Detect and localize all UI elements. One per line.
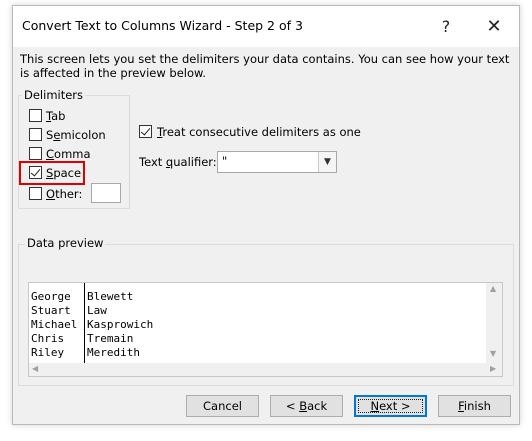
finish-button[interactable]: Finish (438, 395, 511, 417)
window-title: Convert Text to Columns Wizard - Step 2 … (22, 18, 303, 33)
help-button[interactable]: ? (423, 10, 469, 44)
text-qualifier-label: Text qualifier: (139, 155, 217, 169)
checkmark-icon (140, 125, 151, 136)
space-checkbox[interactable] (29, 166, 42, 179)
consecutive-delimiters-label[interactable]: Treat consecutive delimiters as one (157, 125, 361, 139)
preview-cell: Kasprowich (87, 318, 154, 331)
delimiters-legend: Delimiters (22, 88, 86, 102)
preview-row: Chris Tremain (31, 332, 133, 346)
text-qualifier-select[interactable]: " ▼ (217, 151, 337, 173)
tab-label[interactable]: Tab (46, 109, 65, 123)
preview-cell: George (31, 290, 71, 303)
text-qualifier-value: " (222, 154, 228, 168)
preview-row: Stuart Law (31, 304, 107, 318)
preview-cell: Blewett (87, 290, 134, 303)
other-mnemonic: O (46, 187, 56, 201)
finish-mnemonic: F (458, 399, 464, 413)
comma-label[interactable]: Comma (46, 147, 91, 161)
convert-text-wizard-dialog: Convert Text to Columns Wizard - Step 2 … (12, 5, 520, 425)
space-label[interactable]: Space (46, 166, 81, 180)
comma-mnemonic: C (46, 147, 55, 161)
scroll-left-icon[interactable]: ◀ (32, 364, 38, 373)
scroll-right-icon[interactable]: ▶ (490, 364, 496, 373)
preview-cell: Chris (31, 332, 65, 345)
qualifier-mnemonic: q (165, 155, 174, 169)
preview-cell: Meredith (87, 346, 140, 359)
preview-row: Riley Meredith (31, 346, 140, 360)
preview-row: George Blewett (31, 290, 133, 304)
back-mnemonic: B (299, 399, 308, 413)
tab-mnemonic: T (46, 109, 52, 123)
semicolon-checkbox[interactable] (29, 128, 42, 141)
semicolon-label[interactable]: Semicolon (46, 128, 106, 142)
preview-cell: Stuart (31, 304, 71, 317)
checkmark-icon (30, 166, 41, 177)
preview-cell: Law (87, 304, 107, 317)
description-text: This screen lets you set the delimiters … (20, 52, 510, 80)
preview-row: Michael Kasprowich (31, 318, 153, 332)
scroll-down-icon[interactable]: ▼ (490, 349, 496, 358)
preview-cell: Riley (31, 346, 65, 359)
cancel-button[interactable]: Cancel (186, 395, 259, 417)
data-preview-legend: Data preview (25, 236, 106, 250)
tab-checkbox[interactable] (29, 109, 42, 122)
consecutive-delimiters-checkbox[interactable] (139, 125, 152, 138)
next-button[interactable]: Next > (354, 395, 427, 417)
horizontal-scrollbar[interactable]: ◀ ▶ (29, 363, 502, 376)
data-preview-pane[interactable]: George Blewett Stuart Law Michael Kasprowic… (28, 282, 503, 377)
consecutive-mnemonic: T (157, 125, 163, 139)
preview-cell: Tremain (87, 332, 134, 345)
vertical-scrollbar[interactable]: ▲ ▼ (486, 283, 502, 363)
preview-cell: Michael (31, 318, 78, 331)
other-checkbox[interactable] (29, 187, 42, 200)
other-delimiter-input[interactable] (91, 183, 121, 203)
space-mnemonic: S (46, 166, 54, 180)
focus-ring (358, 399, 423, 413)
scroll-up-icon[interactable]: ▲ (490, 284, 496, 293)
other-label[interactable]: Other: (46, 187, 82, 201)
comma-checkbox[interactable] (29, 147, 42, 160)
title-bar: Convert Text to Columns Wizard - Step 2 … (13, 6, 519, 47)
chevron-down-icon[interactable]: ▼ (318, 152, 336, 172)
semicolon-mnemonic: e (53, 128, 61, 142)
close-button[interactable]: ✕ (471, 10, 517, 44)
back-button[interactable]: < Back (270, 395, 343, 417)
